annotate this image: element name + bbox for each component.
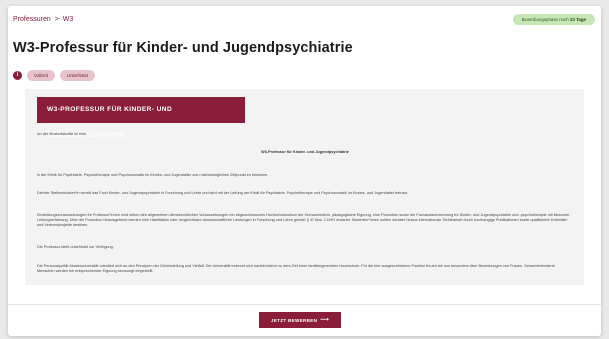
job-description: W3-PROFESSUR FÜR KINDER- UND JUGENDPSYCH… (25, 89, 584, 285)
breadcrumb: Professuren > W3 (13, 16, 73, 23)
apply-now-button[interactable]: JETZT BEWERBEN ⟶ (259, 312, 341, 328)
tag-row: i Vollzeit Unbefristet (13, 70, 96, 81)
tag-unbefristet: Unbefristet (59, 70, 96, 81)
breadcrumb-separator: > (54, 16, 59, 23)
paragraph-diversity: Die Personalpolitik Musteruniversität or… (37, 264, 555, 274)
divider (8, 304, 601, 305)
intro-text: An der Musterfakultät ist eine (37, 132, 87, 136)
badge-value: 23 Tage (569, 17, 586, 22)
arrow-right-icon: ⟶ (320, 317, 330, 323)
badge-prefix: Bewerbungsphase noch (521, 17, 569, 22)
apply-button-label: JETZT BEWERBEN (270, 317, 318, 323)
breadcrumb-item-w3[interactable]: W3 (63, 16, 74, 23)
paragraph-requirements: Einstellungsvoraussetzungen für Professo… (37, 213, 570, 228)
application-phase-badge: Bewerbungsphase noch 23 Tage (512, 14, 595, 25)
page-title: W3-Professur für Kinder- und Jugendpsych… (13, 40, 353, 56)
paragraph-clinic: in der Klinik für Psychiatrie, Psychothe… (37, 173, 269, 177)
position-name: W3-Professur für Kinder- und Jugendpsych… (261, 150, 349, 154)
paragraph-duties: Die*der Stelleninhaber*in vertritt das F… (37, 191, 409, 195)
breadcrumb-item-professuren[interactable]: Professuren (13, 16, 51, 23)
job-banner: W3-PROFESSUR FÜR KINDER- UND JUGENDPSYCH… (37, 97, 245, 139)
paragraph-duration: Die Professur steht unbefristet zur Verf… (37, 245, 114, 249)
tag-vollzeit: Vollzeit (27, 70, 55, 81)
info-icon[interactable]: i (13, 71, 22, 80)
